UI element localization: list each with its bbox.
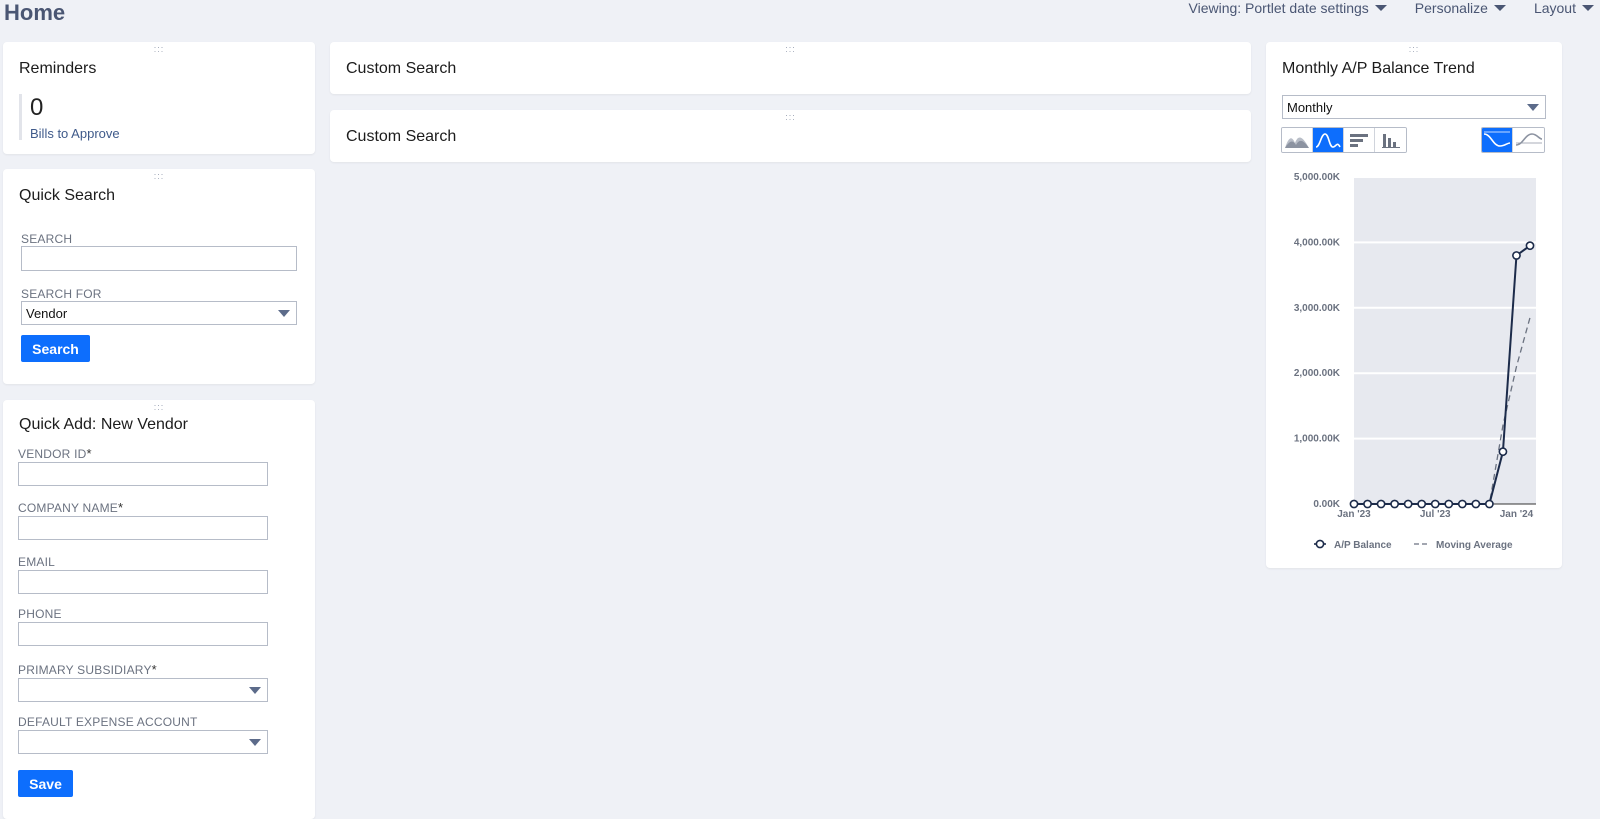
ap-balance-point	[1390, 499, 1400, 509]
vendor-id-input[interactable]	[18, 462, 268, 486]
drag-handle-icon[interactable]: :::	[785, 45, 796, 54]
caret-down-icon	[278, 310, 290, 317]
legend-label-moving-average: Moving Average	[1436, 540, 1513, 551]
plot-area	[1354, 177, 1536, 504]
caret-down-icon	[1493, 5, 1506, 11]
ap-balance-point	[1376, 499, 1386, 509]
reminder-count[interactable]: 0	[30, 94, 43, 122]
custom-search-title: Custom Search	[346, 128, 457, 145]
ap-balance-point	[1471, 499, 1481, 509]
y-tick-label: 3,000.00K	[1294, 303, 1341, 314]
chart-type-toggle	[1281, 127, 1407, 153]
moving-average-off-icon[interactable]	[1513, 128, 1544, 152]
bills-to-approve-link[interactable]: Bills to Approve	[30, 126, 120, 141]
email-input[interactable]	[18, 570, 268, 594]
default-expense-account-label: DEFAULT EXPENSE ACCOUNT	[18, 715, 198, 729]
personalize-dropdown[interactable]: Personalize	[1415, 0, 1506, 16]
column-chart-icon[interactable]	[1375, 128, 1406, 152]
page-title: Home	[4, 0, 66, 25]
search-input[interactable]	[21, 246, 297, 271]
phone-label: PHONE	[18, 607, 62, 621]
ap-balance-point	[1430, 499, 1440, 509]
ap-balance-point	[1525, 241, 1535, 251]
ap-balance-point	[1444, 499, 1454, 509]
primary-subsidiary-select[interactable]	[18, 678, 268, 702]
caret-down-icon	[1582, 5, 1594, 11]
x-tick-label: Jul '23	[1420, 509, 1451, 520]
search-button[interactable]: Search	[21, 335, 90, 362]
y-tick-label: 4,000.00K	[1294, 237, 1341, 248]
layout-dropdown[interactable]: Layout	[1534, 0, 1594, 16]
search-label: SEARCH	[21, 232, 73, 246]
drag-handle-icon[interactable]: :::	[154, 45, 165, 54]
ap-balance-point	[1403, 499, 1413, 509]
custom-search-title: Custom Search	[346, 60, 457, 77]
ap-balance-point	[1484, 499, 1494, 509]
vendor-id-label: VENDOR ID*	[18, 446, 92, 461]
search-for-label: SEARCH FOR	[21, 287, 102, 301]
quick-add-title: Quick Add: New Vendor	[19, 416, 188, 433]
ap-balance-point	[1349, 499, 1359, 509]
drag-handle-icon[interactable]: :::	[785, 113, 796, 122]
caret-down-icon	[249, 687, 261, 694]
primary-subsidiary-label: PRIMARY SUBSIDIARY*	[18, 662, 157, 677]
y-tick-label: 2,000.00K	[1294, 368, 1341, 379]
ap-balance-point	[1363, 499, 1372, 509]
bar-chart-horizontal-icon[interactable]	[1344, 128, 1375, 152]
drag-handle-icon[interactable]: :::	[154, 172, 165, 181]
viewing-label: Viewing: Portlet date settings	[1188, 0, 1369, 16]
top-nav: Viewing: Portlet date settings Personali…	[1189, 0, 1594, 16]
quick-add-vendor-portlet: ::: Quick Add: New Vendor VENDOR ID* COM…	[3, 400, 315, 819]
reminder-divider	[19, 94, 22, 140]
area-chart-icon[interactable]	[1282, 128, 1313, 152]
moving-average-on-icon[interactable]	[1482, 128, 1513, 152]
y-tick-label: 5,000.00K	[1294, 172, 1341, 183]
search-for-value: Vendor	[26, 306, 68, 321]
y-tick-label: 1,000.00K	[1294, 434, 1341, 445]
layout-label: Layout	[1533, 0, 1576, 16]
drag-handle-icon[interactable]: :::	[1409, 45, 1420, 54]
phone-input[interactable]	[18, 622, 268, 646]
moving-average-toggle	[1481, 127, 1545, 153]
company-name-input[interactable]	[18, 516, 268, 540]
reminders-portlet: ::: Reminders 0 Bills to Approve	[3, 42, 315, 154]
legend-label-ap-balance: A/P Balance	[1334, 540, 1392, 551]
legend-marker-point	[1315, 539, 1325, 549]
email-label: EMAIL	[18, 555, 56, 569]
reminders-title: Reminders	[19, 60, 97, 77]
viewing-dropdown[interactable]: Viewing: Portlet date settings	[1189, 0, 1387, 16]
caret-down-icon	[1527, 104, 1539, 111]
x-tick-label: Jan '23	[1337, 509, 1371, 520]
quick-search-title: Quick Search	[19, 187, 116, 204]
custom-search-portlet: ::: Custom Search	[330, 42, 1251, 94]
ap-balance-point	[1417, 499, 1427, 509]
line-chart-icon[interactable]	[1313, 128, 1344, 152]
custom-search-portlet: ::: Custom Search	[330, 110, 1251, 162]
ap-balance-point	[1512, 251, 1521, 260]
personalize-label: Personalize	[1414, 0, 1488, 16]
ap-balance-chart: 0.00K1,000.00K2,000.00K3,000.00K4,000.00…	[1294, 172, 1536, 551]
x-tick-label: Jan '24	[1500, 509, 1534, 520]
caret-down-icon	[249, 739, 261, 746]
ap-balance-point	[1457, 499, 1467, 509]
ap-balance-point	[1498, 447, 1508, 457]
trend-title: Monthly A/P Balance Trend	[1282, 60, 1475, 77]
ap-balance-trend-portlet: ::: Monthly A/P Balance Trend Monthly 0.…	[1266, 42, 1562, 568]
caret-down-icon	[1374, 5, 1387, 11]
default-expense-account-select[interactable]	[18, 730, 268, 754]
company-name-label: COMPANY NAME*	[18, 500, 124, 515]
drag-handle-icon[interactable]: :::	[154, 403, 165, 412]
period-value: Monthly	[1287, 100, 1333, 115]
quick-search-portlet: ::: Quick Search SEARCH SEARCH FOR Vendo…	[3, 169, 315, 384]
save-button[interactable]: Save	[18, 770, 73, 797]
search-for-select[interactable]: Vendor	[21, 301, 297, 325]
period-select[interactable]: Monthly	[1282, 95, 1546, 119]
